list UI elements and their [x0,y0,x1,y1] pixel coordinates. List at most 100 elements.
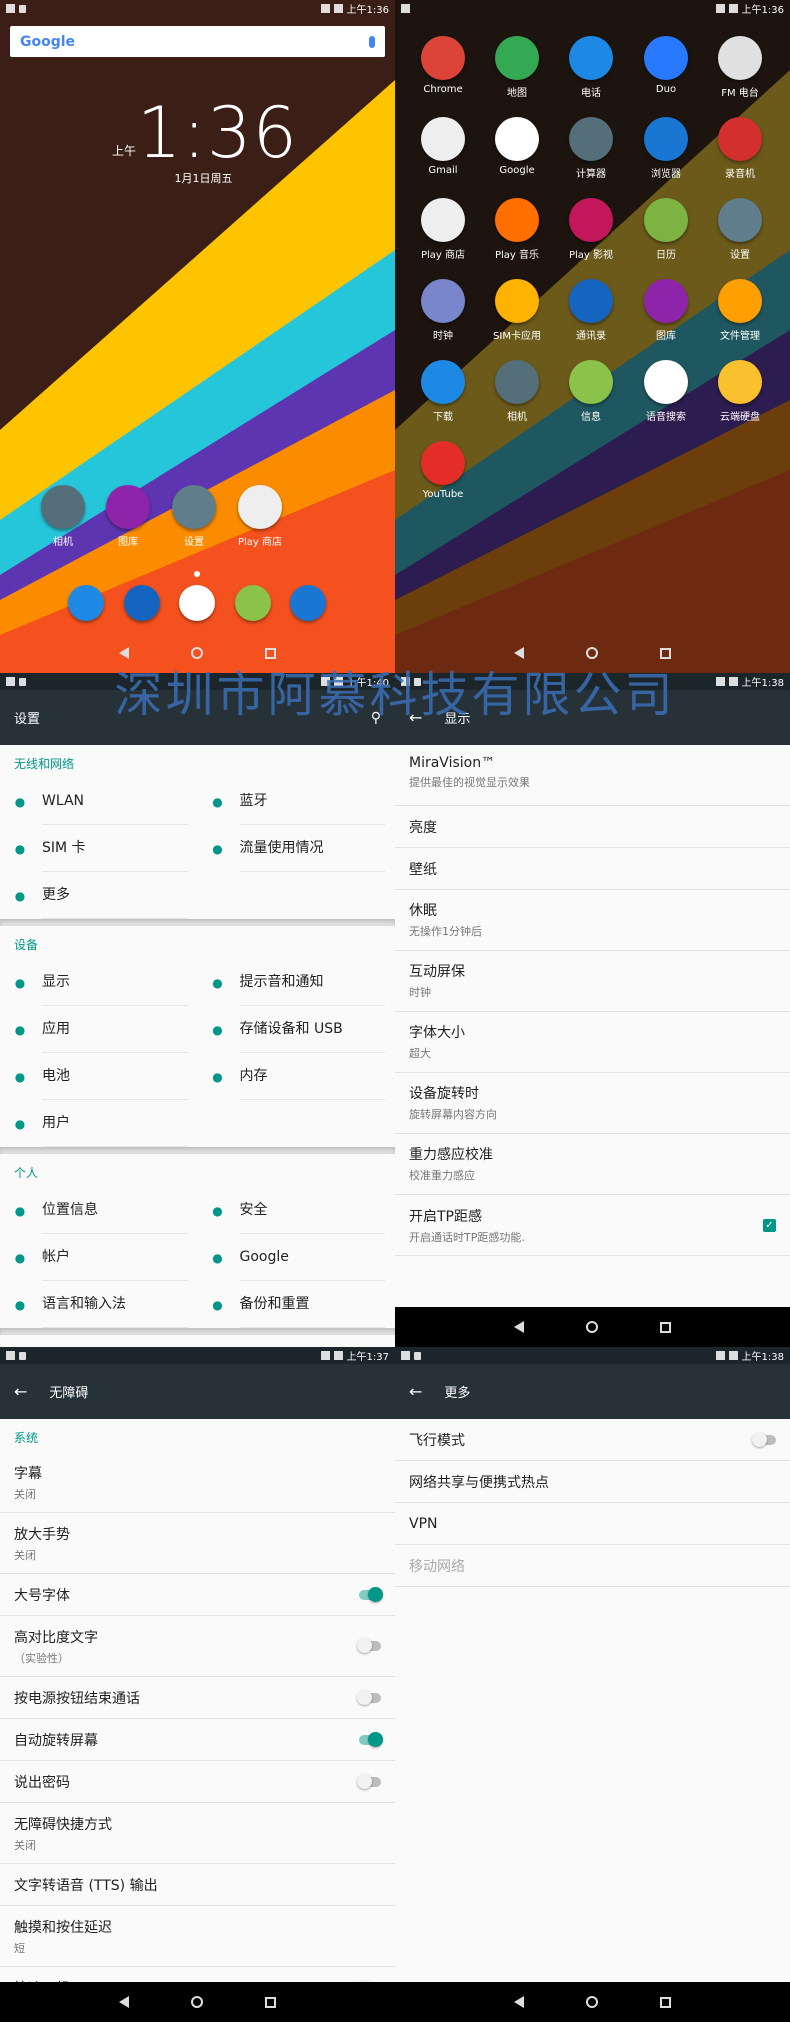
settings-item[interactable]: ● WLAN [0,778,198,825]
accessibility-item[interactable]: 说出密码 [0,1761,395,1803]
drawer-app-gmail[interactable]: Gmail [408,117,478,176]
drawer-app-phone[interactable]: 电话 [556,36,626,99]
display-item[interactable]: 互动屏保 时钟 [395,951,790,1012]
home-icon[interactable] [191,647,203,659]
settings-item[interactable]: ● 流量使用情况 [198,825,396,872]
home-app-play-store[interactable]: Play 商店 [225,485,295,548]
recents-icon[interactable] [265,647,276,659]
toggle-switch[interactable] [752,1431,776,1447]
drawer-app-drive[interactable]: 云端硬盘 [705,360,775,423]
drawer-app-play-store[interactable]: Play 商店 [408,198,478,261]
settings-item[interactable]: ● 提示音和通知 [198,959,396,1006]
drawer-app-play-music[interactable]: Play 音乐 [482,198,552,261]
drawer-app-maps[interactable]: 地图 [482,36,552,99]
home-icon[interactable] [586,647,598,659]
home-icon[interactable] [191,1996,203,2008]
more-item[interactable]: 飞行模式 [395,1419,790,1461]
accessibility-item[interactable]: 按电源按钮结束通话 [0,1677,395,1719]
back-icon[interactable] [514,1321,524,1333]
settings-item[interactable]: ● 显示 [0,959,198,1006]
toggle-switch[interactable] [357,1689,381,1705]
drawer-app-duo[interactable]: Duo [631,36,701,95]
google-search-bar[interactable]: Google [10,26,385,57]
recents-icon[interactable] [660,647,671,659]
toggle-switch[interactable] [359,1731,383,1747]
settings-item[interactable]: ● 电池 [0,1053,198,1100]
accessibility-item[interactable]: 无障碍快捷方式 关闭 [0,1803,395,1864]
home-app-gallery[interactable]: 图库 [93,485,163,548]
accessibility-item[interactable]: 文字转语音 (TTS) 输出 [0,1864,395,1906]
recents-icon[interactable] [660,1321,671,1333]
accessibility-item[interactable]: 高对比度文字 （实验性） [0,1616,395,1677]
drawer-app-google[interactable]: Google [482,117,552,176]
drawer-app-clock[interactable]: 时钟 [408,279,478,342]
settings-item[interactable]: ● 位置信息 [0,1187,198,1234]
back-icon[interactable] [514,1996,524,2008]
accessibility-item[interactable]: 自动旋转屏幕 [0,1719,395,1761]
search-icon[interactable]: ⚲ [371,710,381,726]
back-arrow-icon[interactable]: ← [14,1382,27,1401]
drawer-app-calendar[interactable]: 日历 [631,198,701,261]
settings-item[interactable]: ● 应用 [0,1006,198,1053]
display-item[interactable]: 壁纸 [395,848,790,890]
back-arrow-icon[interactable]: ← [409,1382,422,1401]
display-item[interactable]: 字体大小 超大 [395,1012,790,1073]
back-icon[interactable] [119,647,129,659]
drawer-app-chrome[interactable]: Chrome [408,36,478,95]
drawer-app-camera[interactable]: 相机 [482,360,552,423]
accessibility-item[interactable]: 放大手势 关闭 [0,1513,395,1574]
drawer-app-download[interactable]: 下载 [408,360,478,423]
settings-item[interactable]: ● 用户 [0,1100,198,1147]
accessibility-item[interactable]: 字幕 关闭 [0,1452,395,1513]
drawer-app-recorder[interactable]: 录音机 [705,117,775,180]
display-item[interactable]: MiraVision™ 提供最佳的视觉显示效果 [395,745,790,806]
back-icon[interactable] [119,1996,129,2008]
dock-browser[interactable] [273,585,343,625]
home-icon[interactable] [586,1321,598,1333]
drawer-app-radio[interactable]: FM 电台 [705,36,775,99]
settings-item[interactable]: ● 蓝牙 [198,778,396,825]
display-item[interactable]: 设备旋转时 旋转屏幕内容方向 [395,1073,790,1134]
mic-icon[interactable] [369,35,375,48]
drawer-app-calculator[interactable]: 计算器 [556,117,626,180]
more-item[interactable]: 网络共享与便携式热点 [395,1461,790,1503]
back-icon[interactable] [514,647,524,659]
recents-icon[interactable] [660,1996,671,2008]
accessibility-item[interactable]: 大号字体 [0,1574,395,1616]
settings-item[interactable]: ● 语言和输入法 [0,1281,198,1328]
display-item[interactable]: 休眠 无操作1分钟后 [395,890,790,951]
home-icon[interactable] [586,1996,598,2008]
drawer-app-voice-search[interactable]: 语音搜索 [631,360,701,423]
settings-item[interactable]: ● 安全 [198,1187,396,1234]
toggle-switch[interactable] [359,1586,383,1602]
drawer-app-gallery[interactable]: 图库 [631,279,701,342]
toggle-switch[interactable] [357,1773,381,1789]
accessibility-item[interactable]: 触摸和按住延迟短 [0,1906,395,1967]
back-arrow-icon[interactable]: ← [409,708,422,727]
drawer-app-messaging[interactable]: 信息 [556,360,626,423]
settings-item[interactable]: ● 帐户 [0,1234,198,1281]
drawer-app-youtube[interactable]: YouTube [408,441,478,500]
checkbox[interactable]: ✓ [763,1218,776,1232]
recents-icon[interactable] [265,1996,276,2008]
settings-item[interactable]: ● 存储设备和 USB [198,1006,396,1053]
drawer-app-play-movies[interactable]: Play 影视 [556,198,626,261]
settings-item[interactable]: ● Google [198,1234,396,1281]
clock-widget[interactable]: 上午 1:36 1月1日周五 [0,92,395,186]
more-item[interactable]: VPN [395,1503,790,1545]
home-app-gear[interactable]: 设置 [159,485,229,548]
display-item[interactable]: 亮度 [395,806,790,848]
settings-item[interactable]: ● 备份和重置 [198,1281,396,1328]
display-item[interactable]: 开启TP距感 开启通话时TP距感功能. ✓ [395,1195,790,1256]
settings-item[interactable]: ● SIM 卡 [0,825,198,872]
settings-item[interactable]: ● 内存 [198,1053,396,1100]
settings-item[interactable]: ● 更多 [0,872,198,919]
display-item[interactable]: 重力感应校准 校准重力感应 [395,1134,790,1195]
drawer-app-contacts[interactable]: 通讯录 [556,279,626,342]
drawer-app-file-manager[interactable]: 文件管理 [705,279,775,342]
drawer-app-browser[interactable]: 浏览器 [631,117,701,180]
drawer-app-gear[interactable]: 设置 [705,198,775,261]
home-app-camera[interactable]: 相机 [28,485,98,548]
toggle-switch[interactable] [357,1638,381,1653]
drawer-app-sim-app[interactable]: SIM卡应用 [482,279,552,342]
